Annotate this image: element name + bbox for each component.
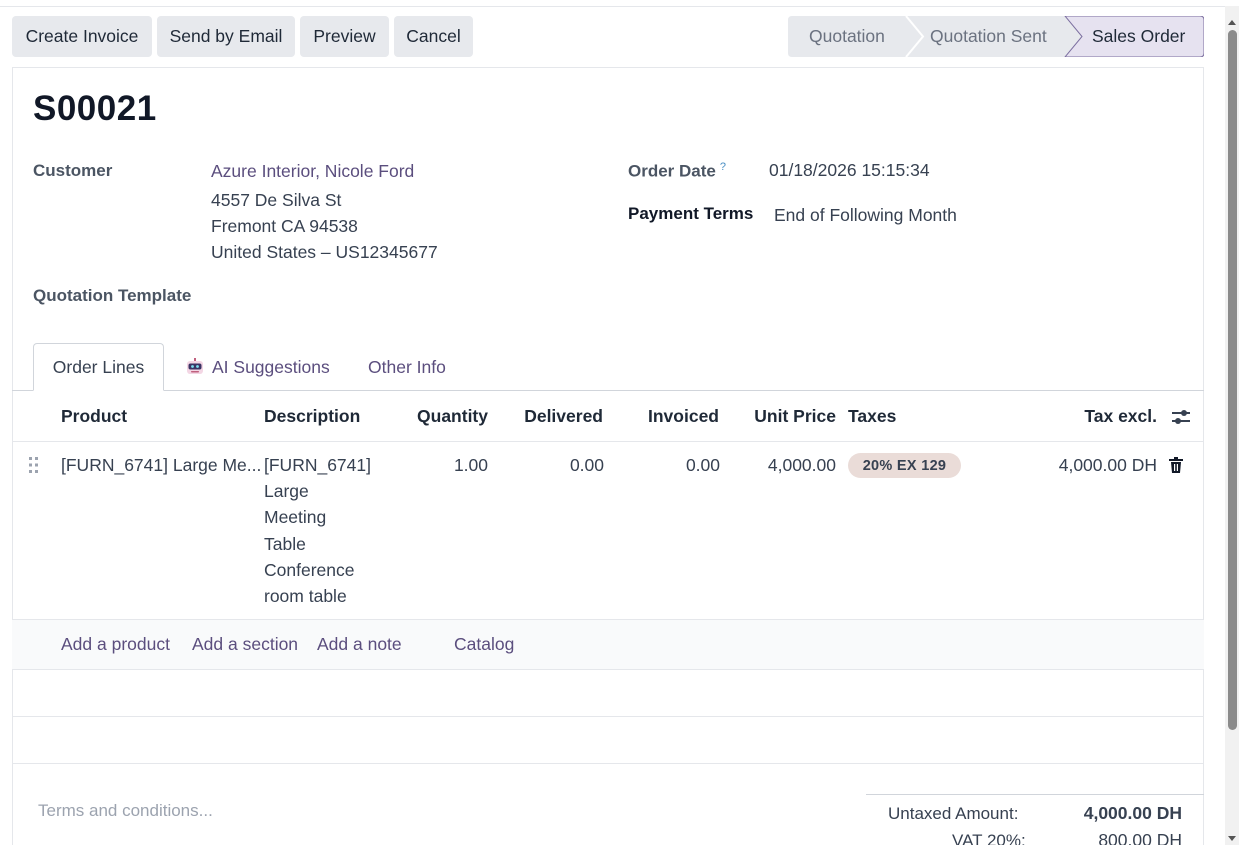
description-line: Table: [264, 533, 306, 554]
preview-button[interactable]: Preview: [300, 16, 389, 57]
cell-subtotal: 4,000.00 DH: [1058, 455, 1157, 475]
cell-unit-price[interactable]: 4,000.00: [740, 455, 836, 476]
column-header-product[interactable]: Product: [61, 406, 127, 427]
order-date-label-text: Order Date: [628, 161, 716, 181]
column-header-taxes[interactable]: Taxes: [848, 406, 896, 427]
customer-address-line3: United States – US12345677: [211, 242, 438, 262]
terms-input[interactable]: Terms and conditions...: [38, 801, 213, 821]
description-line: room table: [264, 586, 347, 607]
vat-label: VAT 20%:: [952, 831, 1026, 845]
payment-terms-label: Payment Terms: [628, 204, 754, 223]
cell-quantity[interactable]: 1.00: [400, 455, 488, 476]
customer-address-line2: Fremont CA 94538: [211, 216, 358, 236]
scrollbar-thumb[interactable]: [1228, 30, 1237, 730]
empty-row: [12, 670, 1204, 717]
column-header-quantity[interactable]: Quantity: [400, 406, 488, 427]
trash-icon[interactable]: [1169, 457, 1183, 473]
quotation-template-label: Quotation Template: [33, 286, 192, 305]
column-header-unit-price[interactable]: Unit Price: [740, 406, 836, 427]
stage-sales-order[interactable]: Sales Order: [1092, 16, 1185, 57]
add-line-row: [12, 620, 1204, 669]
stage-quotation[interactable]: Quotation: [809, 16, 885, 57]
untaxed-amount-value: 4,000.00 DH: [1083, 803, 1182, 823]
tab-order-lines[interactable]: Order Lines: [33, 343, 164, 391]
tab-other-info[interactable]: Other Info: [368, 343, 446, 391]
create-invoice-button[interactable]: Create Invoice: [12, 16, 152, 57]
customer-link[interactable]: Azure Interior, Nicole Ford: [211, 161, 414, 182]
description-line: [FURN_6741]: [264, 455, 371, 475]
description-line: Meeting: [264, 507, 327, 528]
add-product-link[interactable]: Add a product: [61, 634, 170, 655]
send-by-email-button[interactable]: Send by Email: [157, 16, 295, 57]
cell-product[interactable]: [FURN_6741] Large Me...: [61, 455, 261, 476]
row-divider: [12, 763, 1204, 764]
scroll-up-icon[interactable]: [1227, 12, 1237, 25]
cancel-button[interactable]: Cancel: [394, 16, 473, 57]
column-header-tax-excl[interactable]: Tax excl.: [1040, 406, 1157, 427]
scroll-down-icon[interactable]: [1227, 829, 1237, 841]
description-line: Large: [264, 481, 309, 502]
description-line: Conference: [264, 559, 355, 580]
empty-row: [12, 717, 1204, 764]
column-header-delivered[interactable]: Delivered: [510, 406, 603, 427]
column-header-description[interactable]: Description: [264, 406, 360, 427]
vat-value: 800.00 DH: [1098, 830, 1182, 845]
order-date-label: Order Date?: [628, 161, 726, 182]
robot-icon: [185, 357, 205, 377]
tax-badge[interactable]: 20% EX 129: [848, 453, 961, 478]
column-settings-icon[interactable]: [1171, 407, 1191, 427]
customer-address-line1: 4557 De Silva St: [211, 190, 342, 210]
add-note-link[interactable]: Add a note: [317, 634, 402, 655]
help-icon[interactable]: ?: [720, 161, 726, 173]
page-title: S00021: [33, 89, 157, 128]
customer-label: Customer: [33, 161, 113, 180]
catalog-link[interactable]: Catalog: [454, 634, 514, 655]
untaxed-amount-label: Untaxed Amount:: [888, 804, 1019, 823]
status-bar: Quotation Quotation Sent Sales Order: [788, 16, 1204, 57]
totals-divider: [866, 794, 1204, 795]
add-section-link[interactable]: Add a section: [192, 634, 298, 655]
tab-ai-suggestions-label: AI Suggestions: [212, 356, 330, 377]
column-header-invoiced[interactable]: Invoiced: [630, 406, 719, 427]
top-divider: [0, 6, 1225, 7]
cell-delivered[interactable]: 0.00: [510, 455, 604, 476]
order-date-field[interactable]: 01/18/2026 15:15:34: [769, 160, 930, 181]
cell-invoiced: 0.00: [685, 455, 720, 475]
payment-terms-field[interactable]: End of Following Month: [774, 205, 957, 226]
cell-description[interactable]: [FURN_6741] Large Meeting Table Conferen…: [264, 452, 371, 609]
tab-ai-suggestions[interactable]: AI Suggestions: [185, 343, 330, 391]
stage-quotation-sent[interactable]: Quotation Sent: [930, 16, 1047, 57]
drag-handle-icon[interactable]: [28, 456, 40, 474]
